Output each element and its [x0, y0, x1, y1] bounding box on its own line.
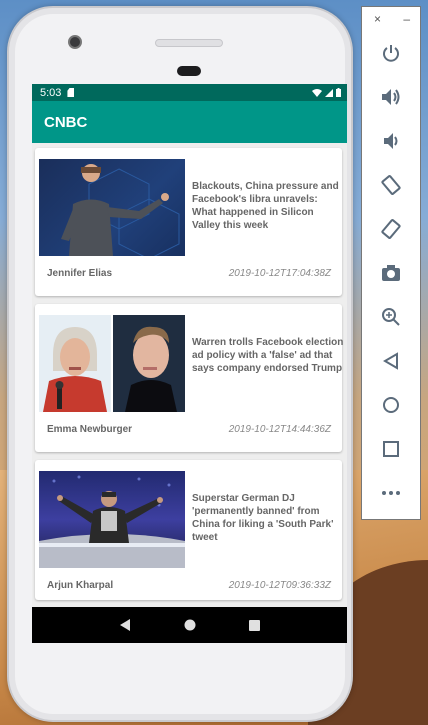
article-thumbnail: [39, 315, 185, 412]
more-button[interactable]: [362, 471, 420, 515]
zoom-icon: [382, 308, 400, 326]
article-title: Blackouts, China pressure and Facebook's…: [192, 181, 339, 231]
article-author: Arjun Kharpal: [47, 580, 114, 591]
app-bar: CNBC: [32, 101, 347, 143]
phone-frame: 5:03 CNBC Blackouts, China pressure and …: [7, 6, 353, 722]
app-title: CNBC: [44, 113, 88, 131]
navigation-bar: [32, 607, 347, 643]
zoom-button[interactable]: [362, 295, 420, 339]
home-icon: [383, 397, 399, 413]
volume-down-button[interactable]: [362, 119, 420, 163]
article-date: 2019-10-12T17:04:38Z: [228, 268, 331, 279]
home-button[interactable]: [362, 383, 420, 427]
back-icon: [383, 352, 398, 370]
power-icon: [383, 45, 399, 62]
proximity-sensor: [177, 66, 201, 76]
article-date: 2019-10-12T14:44:36Z: [228, 424, 331, 435]
more-icon: [382, 491, 400, 495]
rotate-left-button[interactable]: [362, 163, 420, 207]
article-author: Emma Newburger: [47, 424, 133, 435]
rotate-left-icon: [381, 175, 401, 195]
article-card[interactable]: Warren trolls Facebook election ad polic…: [35, 304, 344, 452]
nav-home-icon[interactable]: [184, 619, 196, 631]
article-card[interactable]: Superstar German DJ 'permanently banned'…: [35, 460, 342, 600]
overview-icon: [383, 441, 399, 457]
rotate-right-button[interactable]: [362, 207, 420, 251]
status-time: 5:03: [40, 86, 62, 99]
article-title: Superstar German DJ 'permanently banned'…: [192, 493, 334, 543]
front-camera: [68, 35, 82, 49]
nav-back-icon[interactable]: [119, 619, 131, 631]
news-feed[interactable]: Blackouts, China pressure and Facebook's…: [32, 143, 347, 600]
wifi-icon: [312, 88, 322, 97]
sd-card-icon: [67, 88, 75, 97]
status-bar: 5:03: [32, 84, 347, 101]
article-title: Warren trolls Facebook election ad polic…: [192, 337, 344, 374]
nav-overview-icon[interactable]: [249, 619, 261, 631]
overview-button[interactable]: [362, 427, 420, 471]
earpiece-speaker: [155, 39, 223, 47]
cell-signal-icon: [325, 88, 333, 97]
volume-up-icon: [382, 89, 400, 105]
article-thumbnail: [39, 159, 185, 256]
camera-icon: [382, 265, 400, 281]
article-card[interactable]: Blackouts, China pressure and Facebook's…: [35, 148, 342, 296]
power-button[interactable]: [362, 31, 420, 75]
volume-down-icon: [384, 133, 398, 149]
article-author: Jennifer Elias: [47, 268, 113, 279]
screenshot-button[interactable]: [362, 251, 420, 295]
rotate-right-icon: [381, 219, 401, 239]
back-button[interactable]: [362, 339, 420, 383]
article-thumbnail: [39, 471, 185, 568]
article-date: 2019-10-12T09:36:33Z: [228, 580, 331, 591]
battery-icon: [336, 88, 341, 97]
minimize-icon[interactable]: –: [403, 12, 410, 26]
phone-screen: 5:03 CNBC Blackouts, China pressure and …: [32, 84, 347, 643]
volume-up-button[interactable]: [362, 75, 420, 119]
emulator-toolbar: × –: [361, 6, 421, 520]
close-icon[interactable]: ×: [374, 12, 381, 26]
